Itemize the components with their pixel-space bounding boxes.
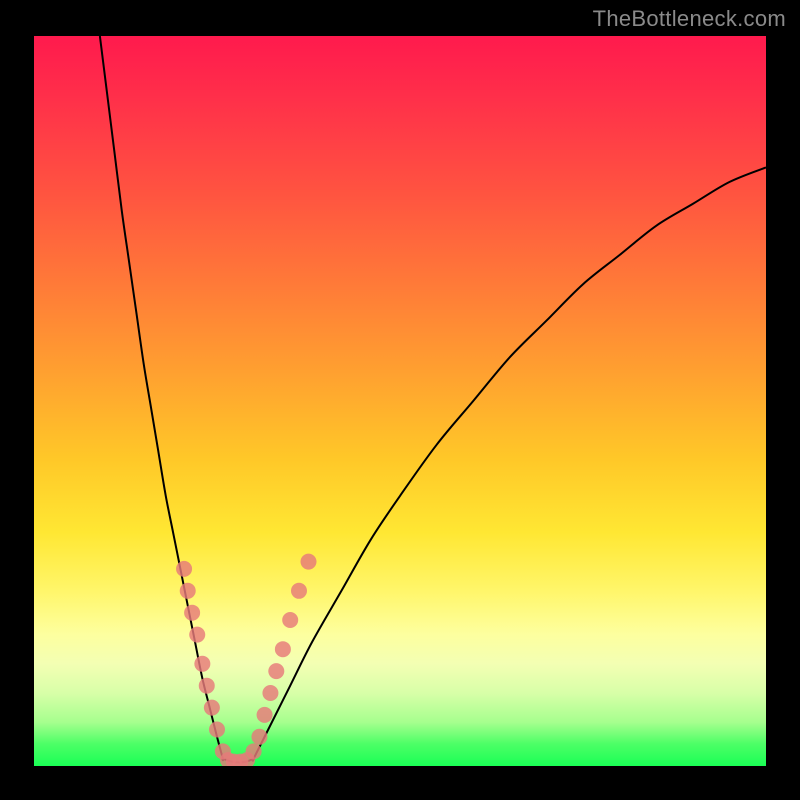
left-branch-dots-point	[176, 561, 192, 577]
left-branch-dots-point	[204, 700, 220, 716]
left-branch-dots-point	[184, 605, 200, 621]
left-branch-dots-point	[180, 583, 196, 599]
left-branch-dots-point	[189, 627, 205, 643]
right-branch-dots-point	[262, 685, 278, 701]
left-branch-dots-point	[199, 678, 215, 694]
right-branch-dots-point	[282, 612, 298, 628]
right-branch-dots-point	[257, 707, 273, 723]
left-branch-dots-point	[194, 656, 210, 672]
chart-frame: TheBottleneck.com	[0, 0, 800, 800]
bottleneck-curve	[100, 36, 766, 762]
plot-area	[34, 36, 766, 766]
bottleneck-chart	[34, 36, 766, 766]
watermark-text: TheBottleneck.com	[593, 6, 786, 32]
right-branch-dots-point	[246, 743, 262, 759]
right-branch-dots-point	[301, 554, 317, 570]
right-branch-dots-point	[275, 641, 291, 657]
right-branch-dots-point	[251, 729, 267, 745]
right-branch-dots-point	[291, 583, 307, 599]
right-branch-dots-point	[268, 663, 284, 679]
left-branch-dots-point	[209, 722, 225, 738]
